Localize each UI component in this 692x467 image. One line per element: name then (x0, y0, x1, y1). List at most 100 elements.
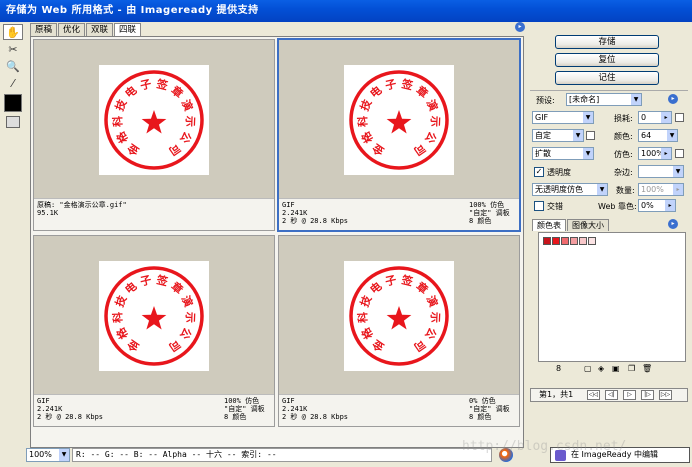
pane-canvas: 金格科技电子签章演示公司 (34, 236, 274, 396)
pane-info-line: 原稿: "金格演示公章.gif" (37, 201, 127, 209)
reset-button[interactable]: 复位 (555, 53, 659, 67)
color-table-footer: 8 ▢ ◈ ▣ ❐ 🗑 (538, 364, 686, 376)
play-icon[interactable]: ▷ (623, 390, 636, 400)
tool-strip: ✋ ✂ 🔍 ⁄ (3, 24, 25, 132)
reduction-mask-icon[interactable] (586, 131, 595, 140)
first-frame-icon[interactable]: ◁◁ (587, 390, 600, 400)
seal-graphic: 金格科技电子签章演示公司 (349, 266, 449, 366)
last-frame-icon[interactable]: ▷▷ (659, 390, 672, 400)
color-swatch[interactable] (579, 237, 587, 245)
seal-star-icon (386, 110, 412, 134)
dither-field[interactable]: 100% ▸ (638, 147, 672, 160)
save-for-web-dialog: ✋ ✂ 🔍 ⁄ 原稿 优化 双联 四联 ▸ 金格科技电子签章演示公司 原稿: "… (0, 22, 692, 467)
seal-star-icon (386, 306, 412, 330)
chevron-down-icon: ▼ (583, 148, 593, 159)
seal-char: 演 (179, 293, 196, 309)
color-reduction-select[interactable]: 自定 ▼ (532, 129, 584, 142)
pane-info: GIF 2.241K 2 秒 @ 28.8 Kbps 100% 仿色 "自定" 调板 8… (34, 394, 274, 426)
save-button[interactable]: 存储 (555, 35, 659, 49)
color-swatch[interactable] (552, 237, 560, 245)
toggle-slices-icon[interactable] (6, 116, 20, 128)
seal-star-icon (141, 306, 167, 330)
tab-image-size[interactable]: 图像大小 (567, 219, 609, 231)
seal-char: 司 (166, 141, 182, 158)
delete-color-icon[interactable]: 🗑 (642, 364, 652, 373)
color-swatch[interactable] (588, 237, 596, 245)
seal-char: 科 (110, 116, 124, 128)
pane-info-line: 8 颜色 (224, 413, 247, 421)
interlaced-label: 交错 (547, 202, 563, 211)
seal-char: 技 (112, 96, 130, 113)
dither-mask-icon[interactable] (675, 149, 684, 158)
next-frame-icon[interactable]: |▷ (641, 390, 654, 400)
preset-select[interactable]: [未命名] ▼ (566, 93, 642, 106)
pane-info-line: GIF (282, 201, 295, 209)
lossy-label: 损耗: (614, 114, 633, 123)
web-snap-label: Web 靠色: (598, 202, 637, 211)
color-table-tabs: 颜色表 图像大小 (532, 219, 610, 232)
color-swatch[interactable] (561, 237, 569, 245)
color-table-menu-icon[interactable]: ▸ (668, 219, 678, 229)
seal-char: 格 (113, 128, 131, 145)
optimize-menu-icon[interactable]: ▸ (668, 94, 678, 104)
seal-char: 公 (422, 325, 439, 341)
seal-graphic: 金格科技电子签章演示公司 (349, 70, 449, 170)
map-color-icon[interactable]: ▢ (584, 364, 592, 373)
seal-char: 金 (369, 140, 388, 159)
transparency-dither-value: 无透明度仿色 (535, 185, 583, 194)
chevron-down-icon: ▼ (59, 449, 69, 461)
preview-pane-original[interactable]: 金格科技电子签章演示公司 原稿: "金格演示公章.gif" 95.1K (33, 39, 275, 231)
tab-4up[interactable]: 四联 (114, 23, 142, 36)
matte-select[interactable]: ▼ (638, 165, 684, 178)
eyedropper-color-swatch[interactable] (4, 94, 22, 112)
lock-color-icon[interactable]: ▣ (612, 364, 620, 373)
pane-canvas: 金格科技电子签章演示公司 (279, 236, 519, 396)
hand-tool-icon[interactable]: ✋ (3, 24, 23, 40)
interlaced-checkbox[interactable] (534, 201, 544, 211)
seal-char: 子 (384, 77, 398, 92)
transparency-dither-select[interactable]: 无透明度仿色 ▼ (532, 183, 608, 196)
pane-info-line: GIF (37, 397, 50, 405)
seal-image: 金格科技电子签章演示公司 (344, 65, 454, 175)
zoom-tool-icon[interactable]: 🔍 (3, 58, 23, 74)
colors-field[interactable]: 64 ▼ (638, 129, 678, 142)
preview-pane-optimized-2[interactable]: 金格科技电子签章演示公司 GIF 2.241K 2 秒 @ 28.8 Kbps 10… (33, 235, 275, 427)
lossy-field[interactable]: 0 ▸ (638, 111, 672, 124)
chevron-down-icon: ▼ (583, 112, 593, 123)
seal-char: 电 (122, 279, 139, 297)
tab-2up[interactable]: 双联 (86, 23, 114, 36)
color-swatch[interactable] (570, 237, 578, 245)
transparency-checkbox[interactable]: ✓ (534, 167, 544, 177)
tab-color-table[interactable]: 颜色表 (532, 219, 566, 231)
preview-menu-icon[interactable]: ▸ (515, 22, 525, 32)
dither-algorithm-select[interactable]: 扩散 ▼ (532, 147, 594, 160)
amount-value: 100% (641, 185, 664, 194)
web-shift-icon[interactable]: ◈ (598, 364, 604, 373)
web-snap-field[interactable]: 0% ▸ (638, 199, 676, 212)
preview-pane-optimized-1[interactable]: 金格科技电子签章演示公司 GIF 2.241K 2 秒 @ 28.8 Kbps 10… (277, 38, 521, 232)
lossy-mask-icon[interactable] (675, 113, 684, 122)
seal-char: 签 (154, 76, 170, 93)
seal-char: 章 (169, 83, 186, 101)
eyedropper-tool-icon[interactable]: ⁄ (3, 75, 23, 91)
pane-info-line: 100% 仿色 (469, 201, 505, 209)
zoom-select[interactable]: 100% ▼ (26, 448, 70, 462)
colors-value: 64 (641, 131, 652, 140)
seal-char: 子 (384, 273, 398, 288)
slice-select-tool-icon[interactable]: ✂ (3, 41, 23, 57)
format-select[interactable]: GIF ▼ (532, 111, 594, 124)
color-swatch[interactable] (543, 237, 551, 245)
pane-info-line: 95.1K (37, 209, 59, 217)
tab-optimized[interactable]: 优化 (58, 23, 86, 36)
prev-frame-icon[interactable]: ◁| (605, 390, 618, 400)
seal-char: 金 (124, 140, 143, 159)
color-count: 8 (556, 364, 562, 373)
color-table (538, 232, 686, 362)
seal-char: 技 (112, 292, 130, 309)
seal-char: 章 (414, 279, 431, 297)
new-color-icon[interactable]: ❐ (628, 364, 635, 373)
chevron-down-icon: ▼ (631, 94, 641, 105)
preview-pane-optimized-3[interactable]: 金格科技电子签章演示公司 GIF 2.241K 2 秒 @ 28.8 Kbps 0%… (278, 235, 520, 427)
tab-original[interactable]: 原稿 (30, 23, 58, 36)
remember-button[interactable]: 记住 (555, 71, 659, 85)
